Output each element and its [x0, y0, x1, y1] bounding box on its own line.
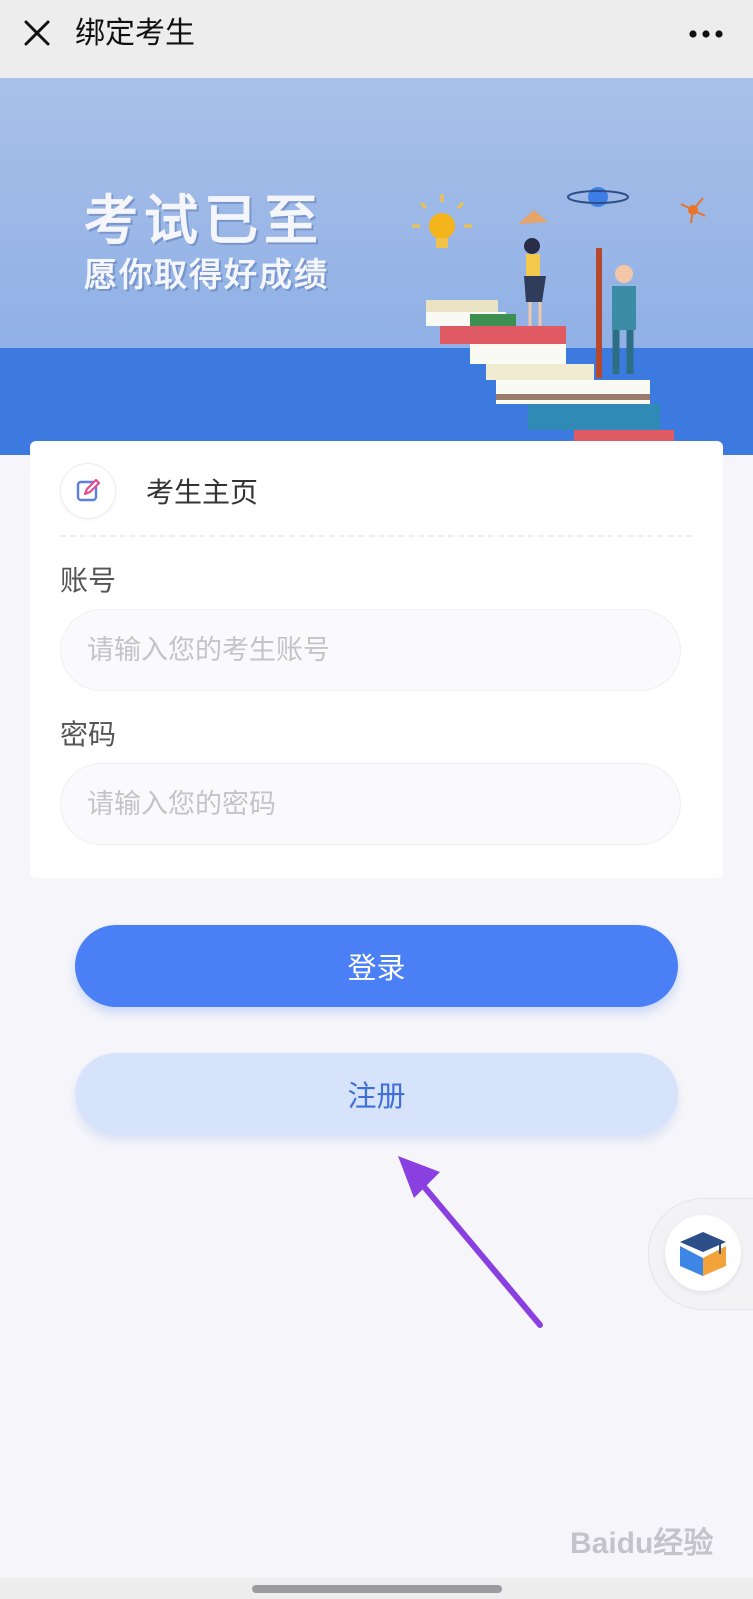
edit-icon [60, 463, 116, 519]
title-bar: 绑定考生 [0, 0, 753, 78]
account-label: 账号 [60, 564, 117, 597]
login-card: 考生主页 账号 密码 [30, 441, 723, 878]
floating-help-tab[interactable] [648, 1198, 753, 1310]
card-title: 考生主页 [146, 476, 259, 509]
more-dots-icon[interactable] [687, 24, 727, 44]
banner-title: 考试已至 [84, 188, 324, 252]
page-title: 绑定考生 [75, 16, 195, 51]
watermark-logo: Baidu经验 [570, 1527, 714, 1560]
books-illustration [412, 187, 706, 455]
register-button[interactable]: 注册 [75, 1053, 678, 1135]
password-label: 密码 [60, 718, 117, 751]
card-header: 考生主页 [60, 461, 258, 521]
password-input[interactable] [60, 763, 681, 845]
close-icon[interactable] [18, 14, 58, 54]
divider [60, 535, 693, 537]
banner-subtitle: 愿你取得好成绩 [84, 255, 329, 294]
login-button[interactable]: 登录 [75, 925, 678, 1007]
exam-banner: 考试已至 愿你取得好成绩 [0, 78, 753, 455]
home-indicator[interactable] [252, 1585, 502, 1593]
graduation-book-icon[interactable] [665, 1215, 741, 1291]
account-input[interactable] [60, 609, 681, 691]
annotation-arrow-icon [398, 1156, 543, 1328]
